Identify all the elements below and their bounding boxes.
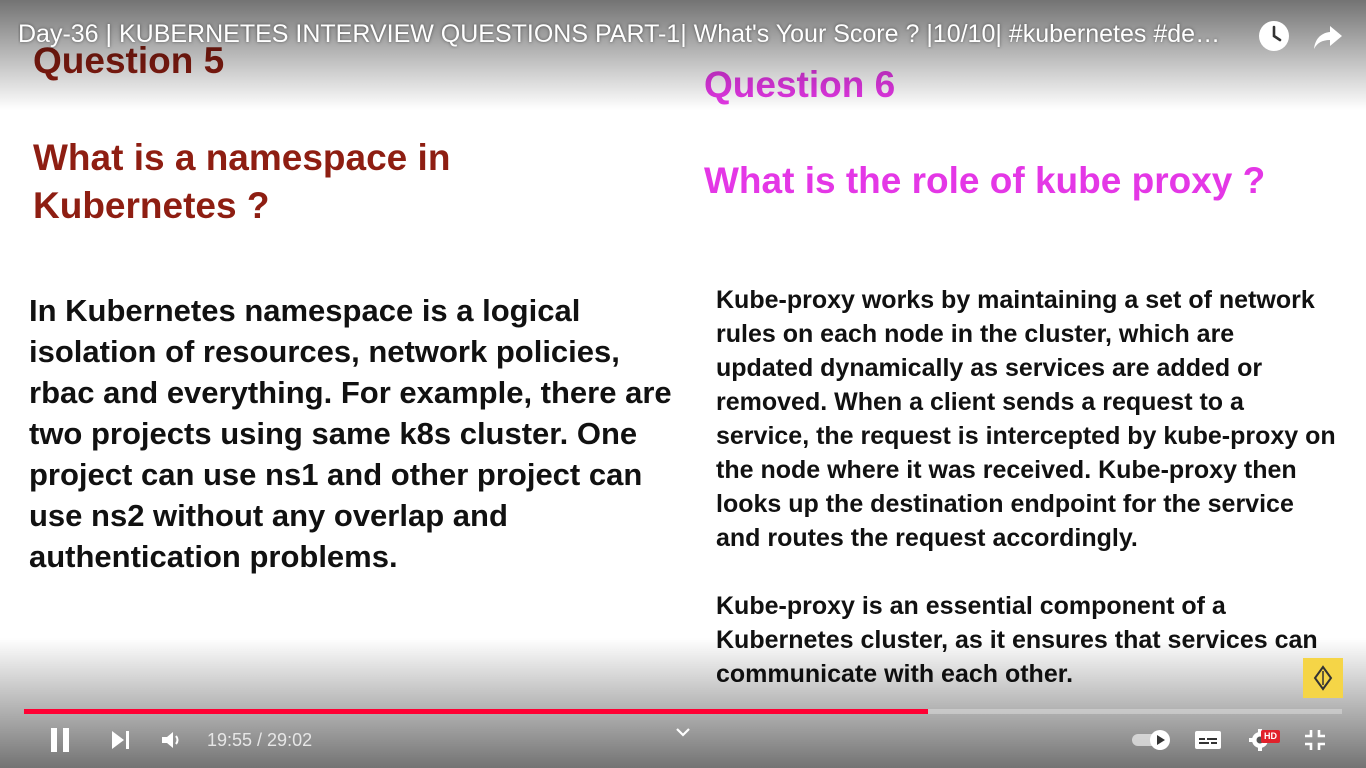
question-5-text: What is a namespace in Kubernetes ? (33, 137, 451, 226)
answer-paragraph-2: Kube-proxy is an essential component of … (716, 592, 1318, 688)
player-controls: 19:55 / 29:02 HD (0, 720, 1366, 760)
autoplay-toggle-icon (1132, 730, 1170, 750)
progress-bar-played (24, 709, 929, 714)
subtitles-icon (1195, 731, 1221, 749)
subtitles-button[interactable] (1192, 720, 1224, 760)
chevron-up-icon[interactable] (673, 722, 693, 742)
pause-icon (51, 728, 69, 752)
share-icon[interactable] (1310, 18, 1346, 54)
next-icon (112, 731, 129, 749)
autoplay-toggle[interactable] (1130, 728, 1174, 752)
video-frame[interactable]: Question 5 What is a namespace in Kubern… (0, 0, 1366, 768)
volume-icon (162, 732, 179, 748)
next-button[interactable] (104, 720, 136, 760)
question-5-answer: In Kubernetes namespace is a logical iso… (29, 293, 672, 574)
question-6-text: What is the role of kube proxy ? (704, 160, 1266, 201)
info-card-badge[interactable] (1303, 658, 1343, 698)
exit-fullscreen-button[interactable] (1300, 720, 1330, 760)
question-6-heading: Question 6 (704, 64, 896, 105)
volume-button[interactable] (156, 720, 186, 760)
progress-bar[interactable] (24, 709, 1342, 714)
exit-fullscreen-icon (1305, 730, 1325, 750)
hd-badge: HD (1261, 730, 1280, 743)
answer-paragraph-1: Kube-proxy works by maintaining a set of… (716, 286, 1336, 552)
time-display: 19:55 / 29:02 (207, 730, 313, 750)
question-6-answer: Kube-proxy works by maintaining a set of… (716, 283, 1336, 725)
watch-later-icon[interactable] (1256, 18, 1292, 54)
pause-button[interactable] (42, 720, 78, 760)
video-title[interactable]: Day-36 | KUBERNETES INTERVIEW QUESTIONS … (18, 20, 1248, 49)
